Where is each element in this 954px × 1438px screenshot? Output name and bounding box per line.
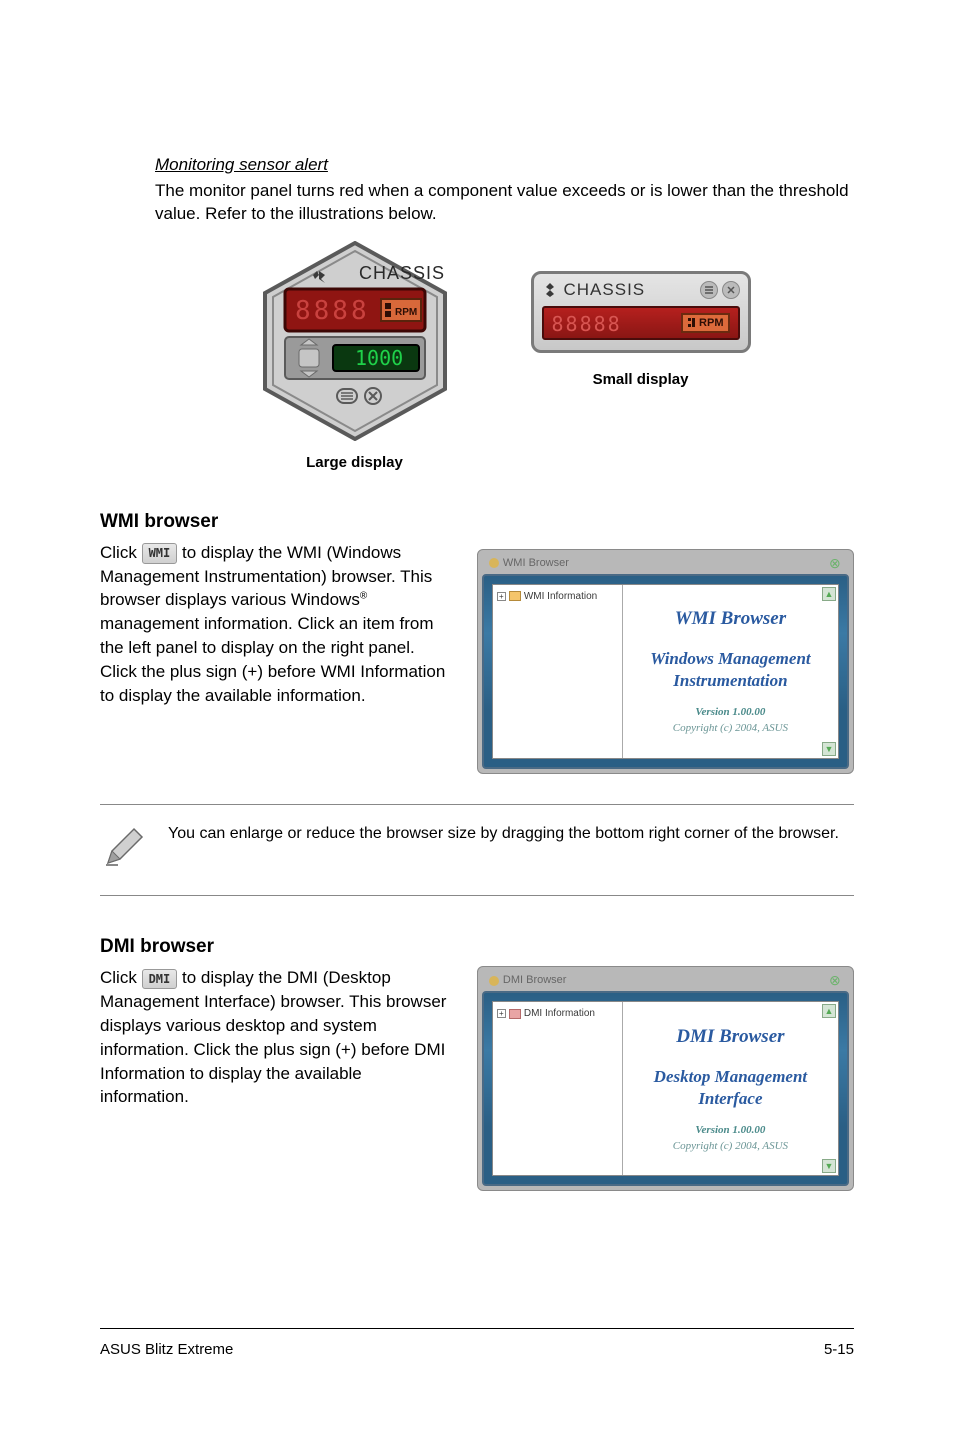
- wmi-browser-window: WMI Browser ⊗ + WMI Information ▲: [477, 549, 854, 774]
- chassis-large-label: CHASSIS: [359, 263, 445, 283]
- dmi-content: ▲ DMI Browser Desktop Management Interfa…: [623, 1002, 838, 1175]
- wmi-version: Version 1.00.00: [633, 706, 828, 718]
- wmi-content-title: WMI Browser: [633, 608, 828, 630]
- chassis-small-badge: CHASSIS 88888 RPM: [531, 271, 751, 353]
- monitoring-alert-body: The monitor panel turns red when a compo…: [155, 180, 854, 226]
- dmi-version: Version 1.00.00: [633, 1124, 828, 1136]
- folder-icon: [509, 1009, 521, 1019]
- wmi-tree[interactable]: + WMI Information: [493, 585, 623, 758]
- dmi-copyright: Copyright (c) 2004, ASUS: [633, 1140, 828, 1152]
- wmi-tree-label[interactable]: WMI Information: [524, 591, 597, 602]
- scroll-up-icon[interactable]: ▲: [822, 587, 836, 601]
- close-icon[interactable]: ⊗: [829, 973, 843, 987]
- dmi-window-title: DMI Browser: [488, 974, 567, 986]
- rpm-box: RPM: [681, 313, 729, 333]
- dmi-tree[interactable]: + DMI Information: [493, 1002, 623, 1175]
- dmi-tree-label[interactable]: DMI Information: [524, 1008, 595, 1019]
- close-icon[interactable]: ⊗: [829, 556, 843, 570]
- small-lcd: 88888 RPM: [542, 306, 740, 340]
- list-icon[interactable]: [700, 281, 718, 299]
- chassis-hexagon-svg: CHASSIS 8888 RPM 1000: [259, 241, 451, 441]
- small-display-caption: Small display: [531, 371, 751, 388]
- small-display-col: CHASSIS 88888 RPM: [531, 241, 751, 471]
- wmi-window-title: WMI Browser: [488, 557, 569, 569]
- dmi-body: Click DMI to display the DMI (Desktop Ma…: [100, 966, 447, 1109]
- pencil-note-icon: [100, 823, 148, 878]
- wmi-content: ▲ WMI Browser Windows Management Instrum…: [623, 585, 838, 758]
- fan-icon: [542, 282, 558, 298]
- dmi-content-sub: Desktop Management Interface: [633, 1066, 828, 1110]
- svg-text:1000: 1000: [355, 346, 403, 370]
- chassis-large-badge: CHASSIS 8888 RPM 1000: [259, 241, 451, 446]
- scroll-down-icon[interactable]: ▼: [822, 742, 836, 756]
- scroll-down-icon[interactable]: ▼: [822, 1159, 836, 1173]
- dmi-content-title: DMI Browser: [633, 1026, 828, 1048]
- wmi-button[interactable]: WMI: [142, 543, 178, 564]
- note-text: You can enlarge or reduce the browser si…: [168, 823, 839, 878]
- folder-icon: [509, 591, 521, 601]
- tree-expand-icon[interactable]: +: [497, 1009, 506, 1018]
- wmi-copyright: Copyright (c) 2004, ASUS: [633, 722, 828, 734]
- illustration-row: CHASSIS 8888 RPM 1000: [155, 241, 854, 471]
- small-panel-header: CHASSIS: [542, 280, 740, 300]
- tree-expand-icon[interactable]: +: [497, 592, 506, 601]
- wmi-body: Click WMI to display the WMI (Windows Ma…: [100, 541, 447, 708]
- svg-text:8888: 8888: [295, 296, 370, 326]
- wmi-content-sub: Windows Management Instrumentation: [633, 648, 828, 692]
- close-icon[interactable]: [722, 281, 740, 299]
- chassis-small-label: CHASSIS: [564, 280, 646, 300]
- footer-right: 5-15: [824, 1341, 854, 1358]
- dmi-button[interactable]: DMI: [142, 969, 178, 990]
- monitoring-alert-title: Monitoring sensor alert: [155, 155, 854, 175]
- svg-text:RPM: RPM: [395, 307, 417, 318]
- scroll-up-icon[interactable]: ▲: [822, 1004, 836, 1018]
- large-display-col: CHASSIS 8888 RPM 1000: [259, 241, 451, 471]
- dmi-browser-window: DMI Browser ⊗ + DMI Information ▲: [477, 966, 854, 1191]
- note-box: You can enlarge or reduce the browser si…: [100, 804, 854, 897]
- page-footer: ASUS Blitz Extreme 5-15: [100, 1328, 854, 1358]
- wmi-heading: WMI browser: [100, 511, 854, 533]
- dmi-heading: DMI browser: [100, 936, 854, 958]
- large-display-caption: Large display: [259, 454, 451, 471]
- footer-left: ASUS Blitz Extreme: [100, 1341, 233, 1358]
